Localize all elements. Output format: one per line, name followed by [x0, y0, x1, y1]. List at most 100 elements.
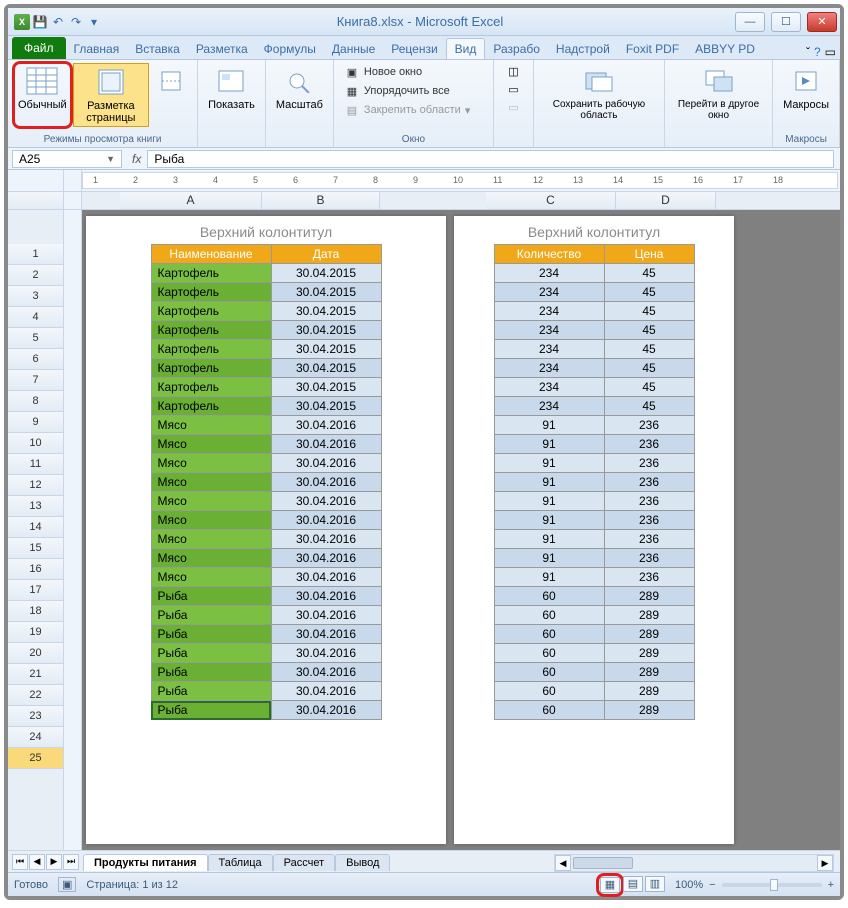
table-cell[interactable]: Мясо [151, 568, 271, 587]
tab-developer[interactable]: Разрабо [485, 39, 548, 59]
table-cell[interactable]: 234 [494, 359, 604, 378]
table-cell[interactable]: 91 [494, 549, 604, 568]
table-cell[interactable]: 30.04.2016 [271, 644, 381, 663]
row-header[interactable]: 9 [8, 412, 63, 433]
table-cell[interactable]: Картофель [151, 340, 271, 359]
zoom-in-button[interactable]: + [828, 879, 834, 891]
table-cell[interactable]: 30.04.2016 [271, 663, 381, 682]
table-cell[interactable]: 91 [494, 435, 604, 454]
tab-file[interactable]: Файл [12, 37, 66, 59]
table-cell[interactable]: 60 [494, 644, 604, 663]
sheet-nav-prev[interactable]: ◀ [29, 854, 45, 870]
table-cell[interactable]: 289 [604, 625, 694, 644]
table-cell[interactable]: 30.04.2016 [271, 435, 381, 454]
table-cell[interactable]: 236 [604, 568, 694, 587]
table-cell[interactable]: Мясо [151, 530, 271, 549]
table-cell[interactable]: 91 [494, 530, 604, 549]
table-cell[interactable]: 30.04.2015 [271, 264, 381, 283]
scroll-left-icon[interactable]: ◀ [555, 855, 571, 871]
table-cell[interactable]: Рыба [151, 644, 271, 663]
table-cell[interactable]: 91 [494, 568, 604, 587]
table-cell[interactable]: Мясо [151, 416, 271, 435]
table-cell[interactable]: 30.04.2016 [271, 473, 381, 492]
table-cell[interactable]: 30.04.2016 [271, 416, 381, 435]
table-cell[interactable]: 289 [604, 644, 694, 663]
table-cell[interactable]: 236 [604, 454, 694, 473]
row-header[interactable]: 22 [8, 685, 63, 706]
table-cell[interactable]: 30.04.2015 [271, 397, 381, 416]
table-cell[interactable]: Рыба [151, 663, 271, 682]
redo-icon[interactable]: ↷ [68, 14, 84, 30]
row-header[interactable]: 23 [8, 706, 63, 727]
row-header[interactable]: 18 [8, 601, 63, 622]
name-box[interactable]: A25▼ [12, 150, 122, 168]
table-cell[interactable]: 60 [494, 682, 604, 701]
tab-formulas[interactable]: Формулы [256, 39, 324, 59]
table-cell[interactable]: 236 [604, 435, 694, 454]
table-cell[interactable]: Рыба [151, 606, 271, 625]
table-cell[interactable]: 236 [604, 416, 694, 435]
ribbon-minimize-icon[interactable]: ˇ [806, 45, 810, 59]
table-cell[interactable]: 30.04.2016 [271, 492, 381, 511]
table-cell[interactable]: Рыба [151, 587, 271, 606]
table-cell[interactable]: 30.04.2016 [271, 454, 381, 473]
table-cell[interactable]: 30.04.2016 [271, 701, 381, 720]
col-C[interactable]: C [486, 192, 616, 209]
row-header[interactable]: 7 [8, 370, 63, 391]
row-header[interactable]: 24 [8, 727, 63, 748]
header-placeholder-right[interactable]: Верхний колонтитул [454, 216, 734, 244]
table-cell[interactable]: 30.04.2016 [271, 682, 381, 701]
table-cell[interactable]: 45 [604, 283, 694, 302]
zoom-value[interactable]: 100% [675, 879, 703, 891]
table-cell[interactable]: 234 [494, 340, 604, 359]
table-cell[interactable]: 30.04.2015 [271, 283, 381, 302]
sheet-nav-next[interactable]: ▶ [46, 854, 62, 870]
table-cell[interactable]: 30.04.2016 [271, 530, 381, 549]
tab-layout[interactable]: Разметка [188, 39, 256, 59]
table-cell[interactable]: 236 [604, 473, 694, 492]
sheet-tab-1[interactable]: Таблица [208, 854, 273, 871]
table-cell[interactable]: 45 [604, 397, 694, 416]
qat-more-icon[interactable]: ▾ [86, 14, 102, 30]
row-header[interactable]: 6 [8, 349, 63, 370]
row-header[interactable]: 3 [8, 286, 63, 307]
tab-review[interactable]: Рецензи [383, 39, 445, 59]
maximize-button[interactable]: ☐ [771, 12, 801, 32]
table-cell[interactable]: 91 [494, 492, 604, 511]
pagebreak-preview-button[interactable] [151, 63, 191, 127]
sheet-tab-2[interactable]: Рассчет [273, 854, 336, 871]
help-icon[interactable]: ? [814, 45, 821, 59]
table-cell[interactable]: 45 [604, 378, 694, 397]
table-cell[interactable]: 289 [604, 682, 694, 701]
table-cell[interactable]: Мясо [151, 454, 271, 473]
row-header[interactable]: 10 [8, 433, 63, 454]
formula-bar[interactable]: Рыба [147, 150, 834, 168]
sheet-nav-last[interactable]: ⏭ [63, 854, 79, 870]
save-workspace-button[interactable]: Сохранить рабочую область [540, 63, 658, 123]
macro-record-icon[interactable]: ▣ [58, 877, 76, 892]
table-cell[interactable]: 289 [604, 606, 694, 625]
table-cell[interactable]: 60 [494, 663, 604, 682]
table-cell[interactable]: 234 [494, 302, 604, 321]
save-icon[interactable]: 💾 [32, 14, 48, 30]
macros-button[interactable]: Макросы [779, 63, 833, 113]
table-cell[interactable]: 60 [494, 701, 604, 720]
tab-abbyy[interactable]: ABBYY PD [687, 39, 763, 59]
col-A[interactable]: A [120, 192, 262, 209]
row-header[interactable]: 20 [8, 643, 63, 664]
table-cell[interactable]: 91 [494, 416, 604, 435]
table-cell[interactable]: Картофель [151, 321, 271, 340]
row-header[interactable]: 21 [8, 664, 63, 685]
sheet-tab-0[interactable]: Продукты питания [83, 854, 208, 871]
sheet-window-controls-icon[interactable]: ▭ [825, 45, 836, 59]
show-button[interactable]: Показать [204, 63, 259, 113]
table-cell[interactable]: Картофель [151, 378, 271, 397]
tab-addins[interactable]: Надстрой [548, 39, 618, 59]
table-cell[interactable]: 45 [604, 359, 694, 378]
table-cell[interactable]: 60 [494, 587, 604, 606]
page-layout-button[interactable]: Разметка страницы [73, 63, 149, 127]
normal-view-statusbtn[interactable]: ▦ [600, 877, 620, 893]
close-button[interactable]: ✕ [807, 12, 837, 32]
tab-view[interactable]: Вид [446, 38, 486, 59]
switch-windows-button[interactable]: Перейти в другое окно [671, 63, 766, 123]
